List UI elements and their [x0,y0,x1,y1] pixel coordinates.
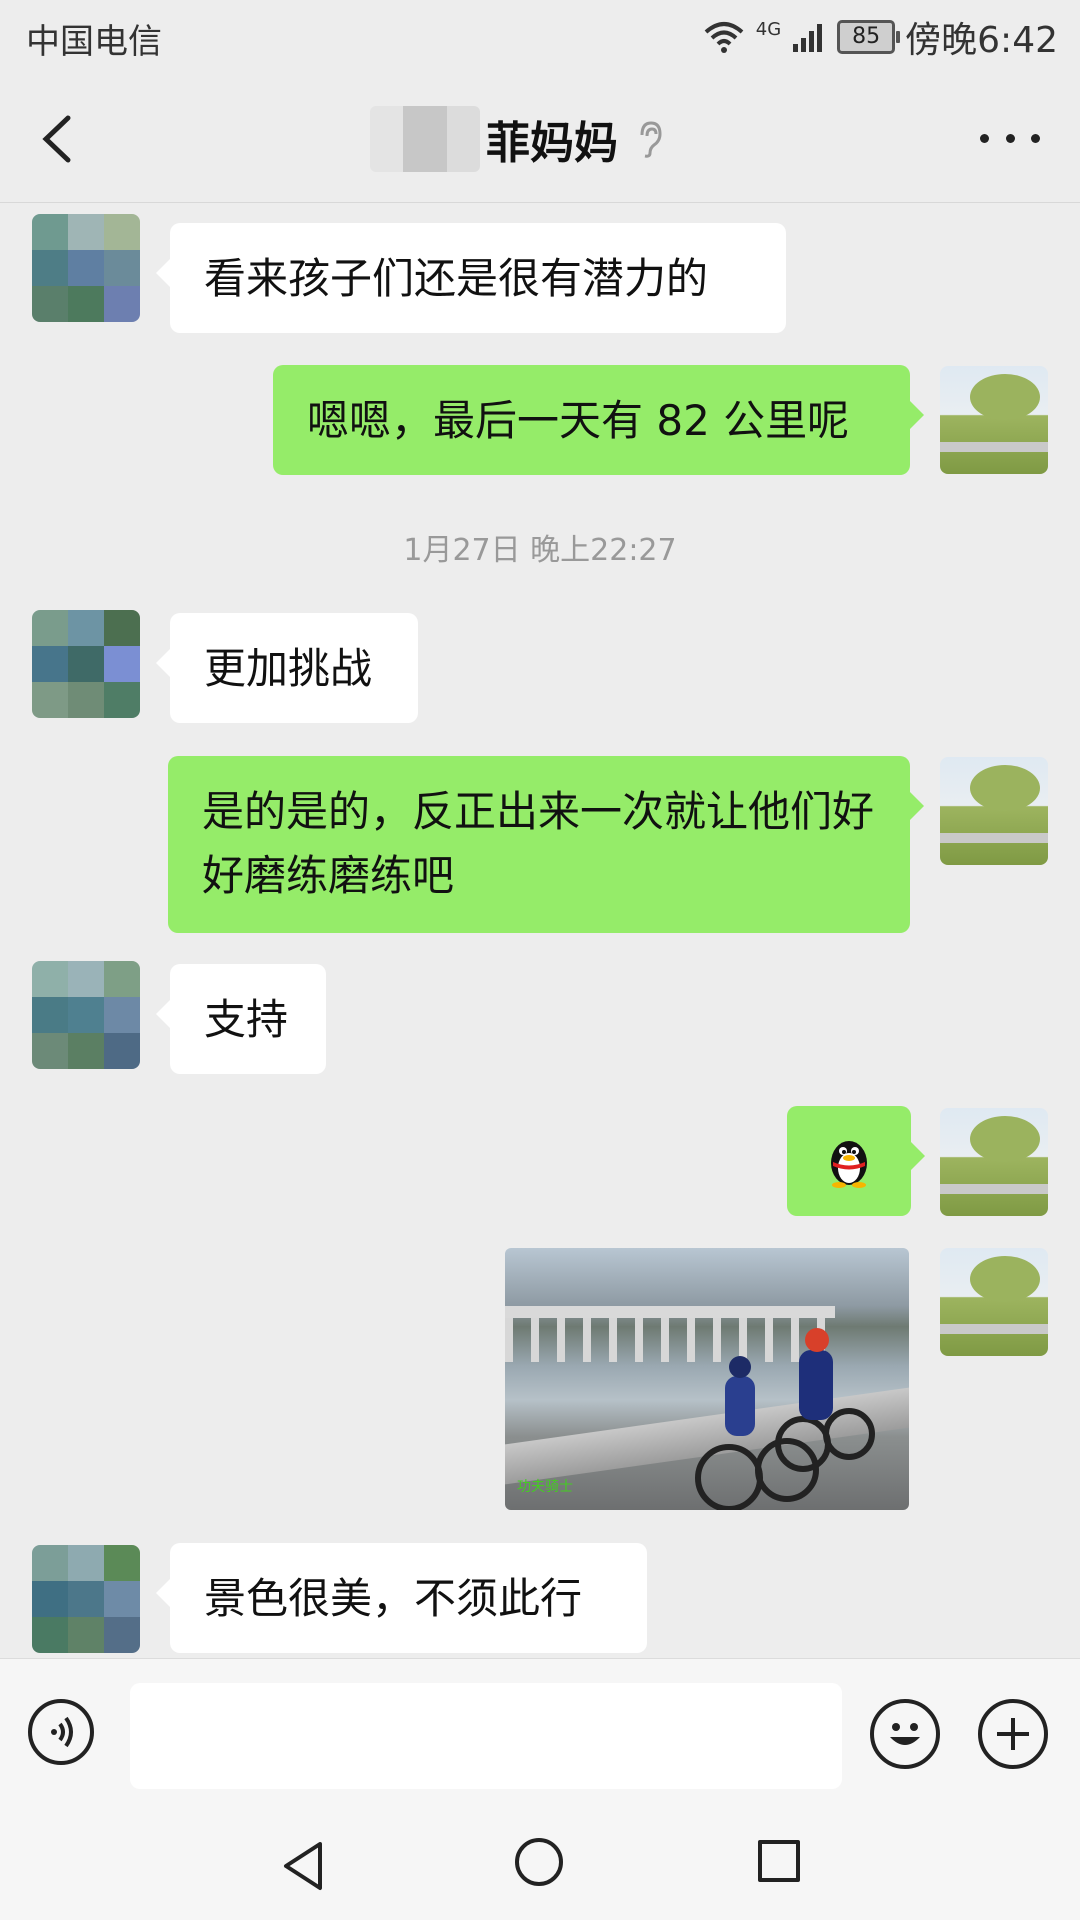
bike-wheel [775,1416,831,1472]
blurred-name [370,106,480,172]
bike-wheel [695,1444,763,1510]
rider-helmet [729,1356,751,1378]
clock: 傍晚6:42 [905,20,1058,61]
nav-home-button[interactable] [515,1838,563,1886]
voice-input-button[interactable] [28,1699,94,1765]
chat-title-area: 菲妈妈 [370,106,664,172]
rider-child [725,1376,755,1436]
photo-bridge [505,1306,835,1318]
dot-icon [1005,133,1015,143]
plus-icon [997,1718,1029,1750]
bike-wheel [823,1408,875,1460]
message-list[interactable]: 看来孩子们还是很有潜力的 嗯嗯，最后一天有 82 公里呢 1月27日 晚上22:… [0,203,1080,1658]
message-input-bar [0,1658,1080,1799]
dot-icon [1031,133,1040,143]
photo-watermark: 功夫骑士 [517,1479,573,1495]
contact-avatar[interactable] [32,610,140,718]
contact-avatar[interactable] [32,1545,140,1653]
qq-penguin-icon [831,1141,867,1188]
signal-icon [793,24,823,52]
more-options-button[interactable] [980,128,1040,148]
voice-icon [51,1716,73,1748]
chat-header: 菲妈妈 [0,76,1080,203]
network-type: 4G [755,18,782,40]
emoji-button[interactable] [870,1699,940,1769]
message-timestamp: 1月27日 晚上22:27 [403,533,677,568]
chat-title: 菲妈妈 [486,118,618,169]
chevron-left-icon [42,115,71,163]
status-icons: 4G 85 傍晚6:42 [702,12,1058,62]
cycling-photo: 功夫骑士 [505,1248,909,1510]
outgoing-image-message[interactable]: 功夫骑士 [505,1248,909,1510]
photo-bridge-legs [505,1318,835,1362]
incoming-message[interactable]: 看来孩子们还是很有潜力的 [156,223,786,333]
incoming-message[interactable]: 景色很美，不须此行 [156,1543,647,1653]
rider-helmet [805,1328,829,1352]
ear-icon [640,121,662,158]
wifi-icon [704,22,744,53]
status-bar: 中国电信 4G 85 傍晚6:42 [0,0,1080,76]
contact-avatar[interactable] [32,214,140,322]
nav-back-icon[interactable] [280,1840,328,1892]
my-avatar[interactable] [940,1108,1048,1216]
system-nav-bar [0,1798,1080,1920]
back-button[interactable] [28,106,84,172]
message-input[interactable] [130,1683,842,1789]
more-functions-button[interactable] [978,1699,1048,1769]
smile-icon [890,1723,920,1745]
carrier-label: 中国电信 [26,22,162,62]
battery-icon: 85 [837,20,901,54]
incoming-message[interactable]: 更加挑战 [156,613,418,723]
outgoing-emoji-message[interactable] [787,1106,925,1216]
contact-avatar[interactable] [32,961,140,1069]
rider-adult [799,1350,833,1420]
my-avatar[interactable] [940,757,1048,865]
my-avatar[interactable] [940,366,1048,474]
nav-recents-button[interactable] [758,1840,800,1882]
incoming-message[interactable]: 支持 [156,964,326,1074]
outgoing-message[interactable]: 是的是的，反正出来一次就让他们好好磨练磨练吧 [168,756,924,933]
dot-icon [980,133,989,143]
my-avatar[interactable] [940,1248,1048,1356]
outgoing-message[interactable]: 嗯嗯，最后一天有 82 公里呢 [273,365,924,475]
